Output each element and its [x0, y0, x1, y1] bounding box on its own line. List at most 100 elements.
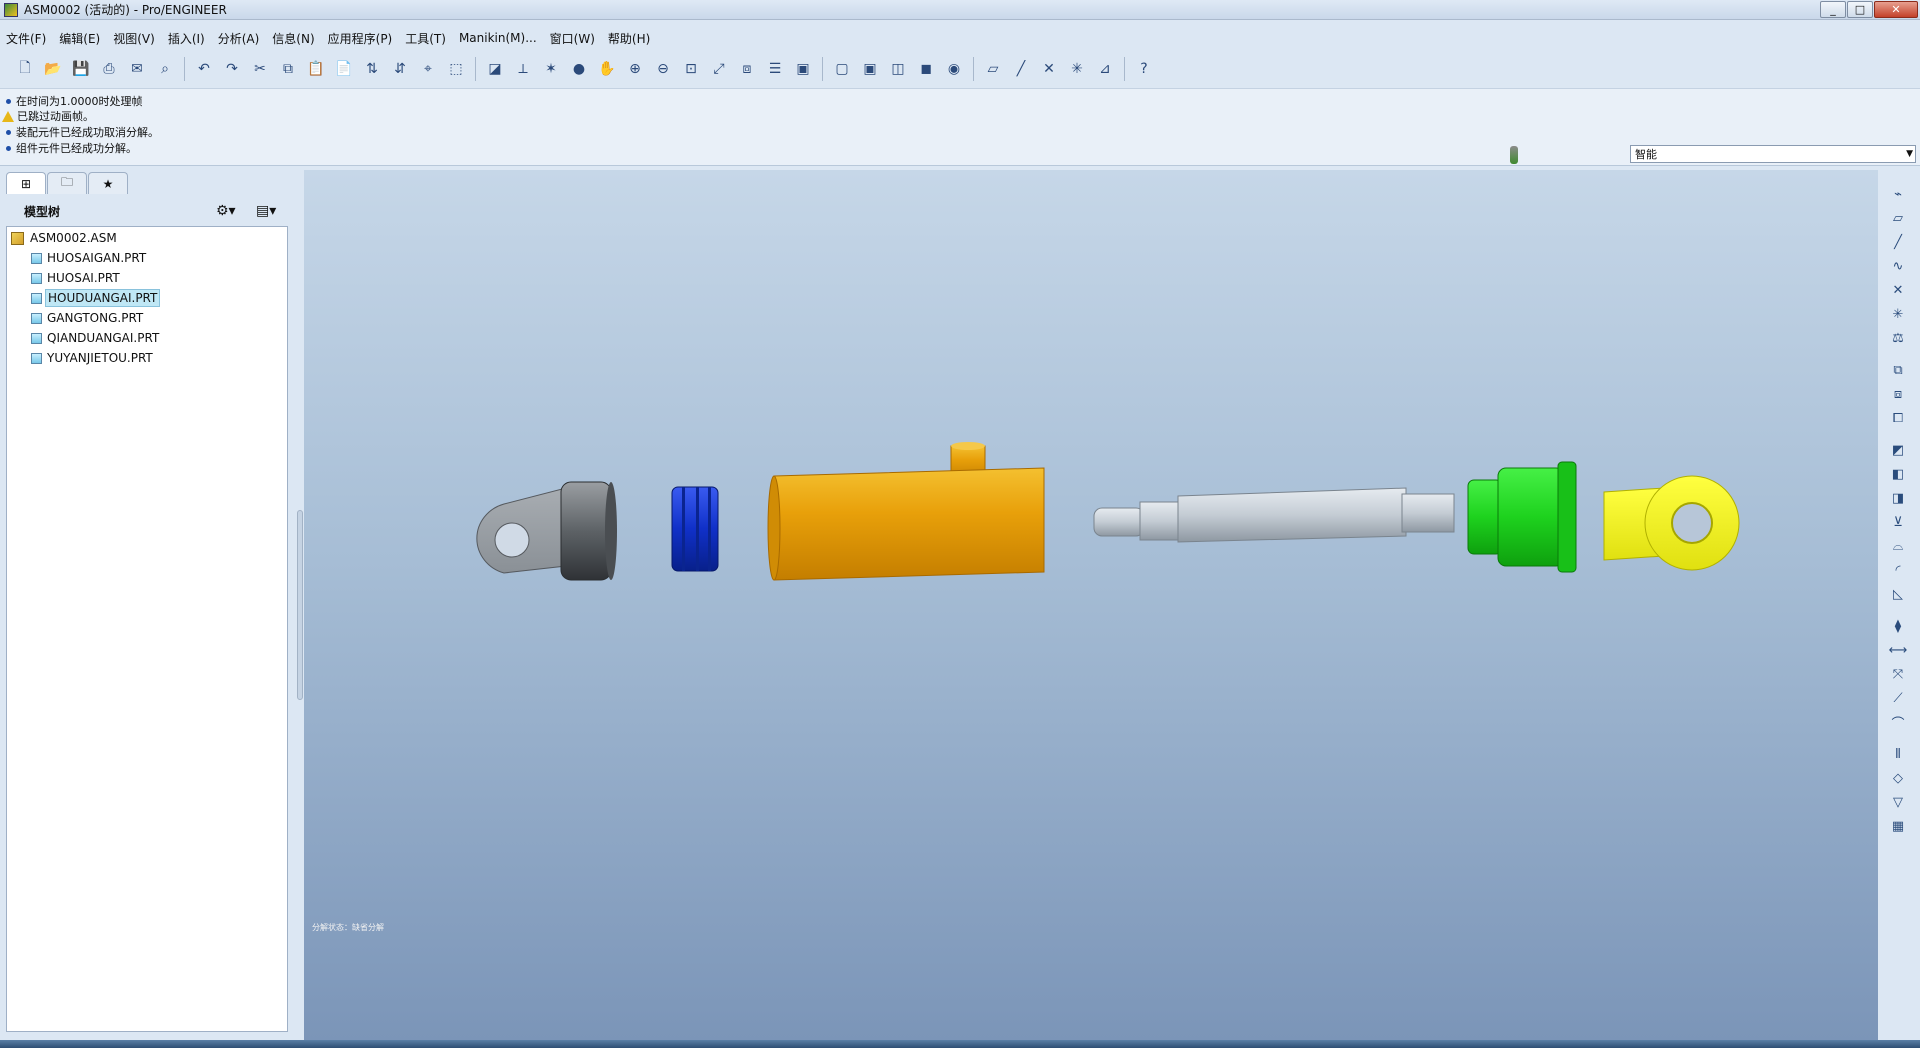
reorient-icon[interactable]: ⤢ — [708, 58, 730, 80]
copy-icon[interactable]: ⧉ — [277, 58, 299, 80]
csys-display-icon[interactable]: ✳ — [1066, 58, 1088, 80]
redo-icon[interactable]: ↷ — [221, 58, 243, 80]
graphics-window[interactable]: 分解状态：缺省分解 — [304, 170, 1878, 1040]
wireframe-icon[interactable]: ▢ — [831, 58, 853, 80]
tree-columns-icon[interactable]: ▤▾ — [256, 203, 276, 219]
open-file-icon[interactable]: 📂 — [42, 58, 64, 80]
tree-root[interactable]: ASM0002.ASM — [11, 229, 119, 247]
panel-splitter[interactable] — [297, 510, 303, 700]
regenerate-manager-icon[interactable]: ⇵ — [389, 58, 411, 80]
solidify-icon[interactable]: ▦ — [1888, 816, 1908, 836]
axis-display-icon[interactable]: ╱ — [1010, 58, 1032, 80]
menu-info[interactable]: 信息(N) — [272, 30, 314, 47]
menu-insert[interactable]: 插入(I) — [168, 30, 205, 47]
annotation-display-icon[interactable]: ⊿ — [1094, 58, 1116, 80]
package-component-icon[interactable]: ⧠ — [1888, 408, 1908, 428]
tree-item-qianduangai[interactable]: QIANDUANGAI.PRT — [31, 329, 161, 347]
menu-window[interactable]: 窗口(W) — [550, 30, 595, 47]
mirror-icon[interactable]: ⟷ — [1888, 640, 1908, 660]
close-button[interactable]: ✕ — [1874, 1, 1918, 18]
menu-edit[interactable]: 编辑(E) — [59, 30, 100, 47]
zoom-in-icon[interactable]: ⊕ — [624, 58, 646, 80]
offset-icon[interactable]: ⌒ — [1888, 712, 1908, 732]
menu-file[interactable]: 文件(F) — [6, 30, 46, 47]
favorites-icon: ★ — [102, 176, 114, 191]
selection-filter-dropdown[interactable]: 智能 ▼ — [1630, 145, 1916, 163]
print-icon[interactable]: ⎙ — [98, 58, 120, 80]
folder-browser-tab[interactable]: 🗀 — [47, 172, 87, 194]
minimize-button[interactable]: _ — [1820, 1, 1846, 18]
round-icon[interactable]: ◜ — [1888, 560, 1908, 580]
model-tree-tab[interactable]: ⊞ — [6, 172, 46, 194]
layers-icon[interactable]: ☰ — [764, 58, 786, 80]
regenerate-icon[interactable]: ⇅ — [361, 58, 383, 80]
mail-icon[interactable]: ✉ — [126, 58, 148, 80]
piston-part[interactable] — [671, 486, 719, 572]
datum-axis-display-icon[interactable]: ⟂ — [512, 58, 534, 80]
analysis-feature-icon[interactable]: ⚖ — [1888, 328, 1908, 348]
coordinate-system-icon[interactable]: ✳ — [1888, 304, 1908, 324]
tree-settings-icon[interactable]: ⚙▾ — [216, 203, 236, 219]
zoom-out-icon[interactable]: ⊖ — [652, 58, 674, 80]
new-file-icon[interactable]: 🗋 — [14, 58, 36, 80]
menu-manikin[interactable]: Manikin(M)... — [459, 31, 537, 45]
tree-item-label: HOUDUANGAI.PRT — [45, 289, 161, 307]
enhanced-realism-icon[interactable]: ◉ — [943, 58, 965, 80]
context-help-icon[interactable]: ? — [1133, 58, 1155, 80]
merge-icon[interactable]: ⤧ — [1888, 664, 1908, 684]
pattern-icon[interactable]: ⧫ — [1888, 616, 1908, 636]
saved-views-icon[interactable]: ⧈ — [736, 58, 758, 80]
paste-special-icon[interactable]: 📄 — [333, 58, 355, 80]
datum-plane-display-icon[interactable]: ◪ — [484, 58, 506, 80]
refit-icon[interactable]: ⊡ — [680, 58, 702, 80]
rod-end-part[interactable] — [1603, 475, 1740, 571]
menu-help[interactable]: 帮助(H) — [608, 30, 650, 47]
chamfer-icon[interactable]: ◺ — [1888, 584, 1908, 604]
blend-icon[interactable]: ⊻ — [1888, 512, 1908, 532]
mail-attach-icon[interactable]: ⌕ — [154, 58, 176, 80]
piston-rod-part[interactable] — [1093, 487, 1455, 543]
assemble-icon[interactable]: ⧉ — [1888, 360, 1908, 380]
menu-view[interactable]: 视图(V) — [113, 30, 155, 47]
create-component-icon[interactable]: ⧈ — [1888, 384, 1908, 404]
point-display-icon[interactable]: ✕ — [1038, 58, 1060, 80]
plane-display-icon[interactable]: ▱ — [982, 58, 1004, 80]
datum-curve-icon[interactable]: ∿ — [1888, 256, 1908, 276]
menu-analysis[interactable]: 分析(A) — [218, 30, 260, 47]
pan-icon[interactable]: ✋ — [596, 58, 618, 80]
undo-icon[interactable]: ↶ — [193, 58, 215, 80]
front-cap-part[interactable] — [1467, 461, 1577, 573]
datum-point-icon[interactable]: ✕ — [1888, 280, 1908, 300]
datum-plane-icon[interactable]: ▱ — [1888, 208, 1908, 228]
part-icon — [31, 332, 42, 344]
favorites-tab[interactable]: ★ — [88, 172, 128, 194]
no-hidden-icon[interactable]: ◫ — [887, 58, 909, 80]
hole-icon[interactable]: ⌓ — [1888, 536, 1908, 556]
trim-icon[interactable]: ⟋ — [1888, 688, 1908, 708]
datum-axis-icon[interactable]: ╱ — [1888, 232, 1908, 252]
extrude-icon[interactable]: ◩ — [1888, 440, 1908, 460]
menu-applications[interactable]: 应用程序(P) — [328, 30, 393, 47]
tree-item-huosai[interactable]: HUOSAI.PRT — [31, 269, 122, 287]
menu-tools[interactable]: 工具(T) — [405, 30, 446, 47]
tree-item-gangtong[interactable]: GANGTONG.PRT — [31, 309, 145, 327]
cut-icon[interactable]: ✂ — [249, 58, 271, 80]
find-icon[interactable]: ⌖ — [417, 58, 439, 80]
maximize-button[interactable]: □ — [1847, 1, 1873, 18]
shading-icon[interactable]: ● — [568, 58, 590, 80]
tree-item-yuyanjietou[interactable]: YUYANJIETOU.PRT — [31, 349, 155, 367]
save-icon[interactable]: 💾 — [70, 58, 92, 80]
hidden-line-icon[interactable]: ▣ — [859, 58, 881, 80]
sketch-icon[interactable]: ⌁ — [1888, 184, 1908, 204]
sweep-icon[interactable]: ◨ — [1888, 488, 1908, 508]
cylinder-barrel-part[interactable] — [767, 442, 1045, 581]
tree-item-huosaigan[interactable]: HUOSAIGAN.PRT — [31, 249, 148, 267]
revolve-icon[interactable]: ◧ — [1888, 464, 1908, 484]
tree-item-houduangai[interactable]: HOUDUANGAI.PRT — [31, 289, 161, 307]
paste-icon[interactable]: 📋 — [305, 58, 327, 80]
clevis-part[interactable] — [476, 481, 617, 581]
shaded-icon[interactable]: ◼ — [915, 58, 937, 80]
select-box-icon[interactable]: ⬚ — [445, 58, 467, 80]
view-manager-icon[interactable]: ▣ — [792, 58, 814, 80]
datum-point-display-icon[interactable]: ✶ — [540, 58, 562, 80]
